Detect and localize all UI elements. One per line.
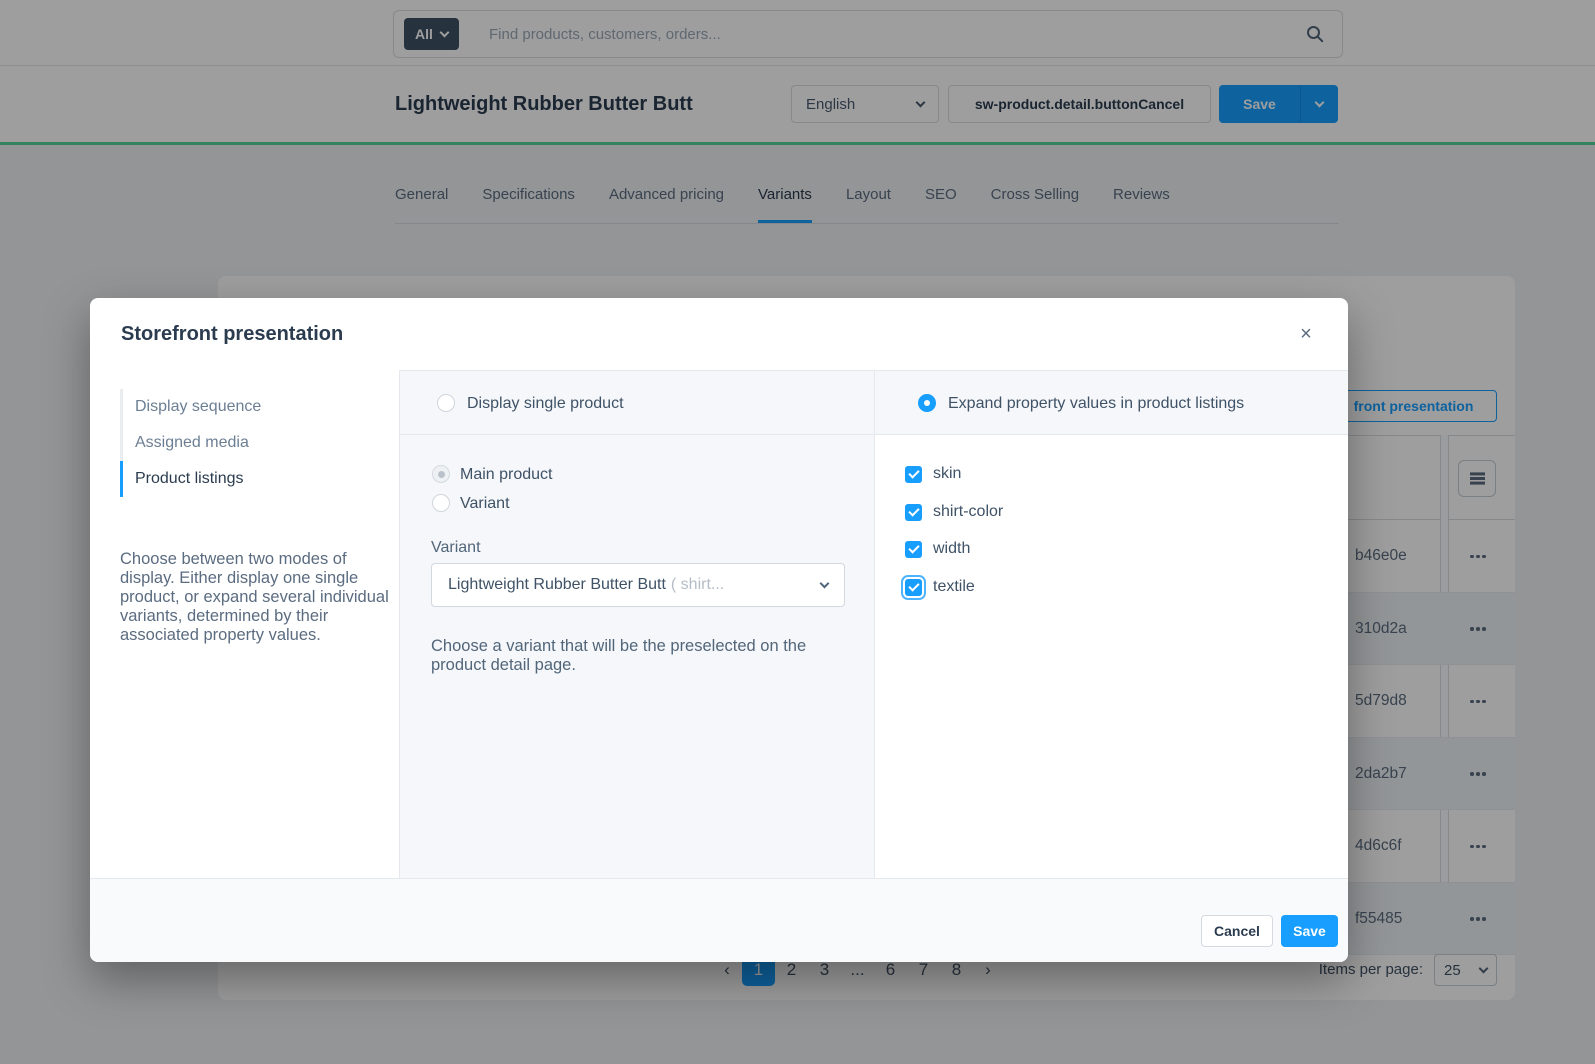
checkbox-checked-icon <box>905 579 922 596</box>
main-product-radio[interactable] <box>432 465 450 483</box>
variant-select-value: Lightweight Rubber Butter Butt <box>448 576 666 594</box>
sidebar-item-display-sequence[interactable]: Display sequence <box>120 389 360 425</box>
modal-save-label: Save <box>1293 923 1326 939</box>
property-label: width <box>933 540 970 558</box>
expand-properties-radio[interactable] <box>918 394 936 412</box>
checkbox-checked-icon <box>905 541 922 558</box>
single-product-mode-header: Display single product <box>400 371 874 435</box>
property-label: skin <box>933 465 961 483</box>
variant-radio[interactable] <box>432 494 450 512</box>
checkbox-checked-icon <box>905 504 922 521</box>
property-label: textile <box>933 578 975 596</box>
property-label: shirt-color <box>933 503 1003 521</box>
storefront-presentation-modal: Storefront presentation × Display sequen… <box>90 298 1348 962</box>
modal-cancel-button[interactable]: Cancel <box>1201 915 1273 947</box>
property-checkbox-shirt-color[interactable]: shirt-color <box>905 502 1003 522</box>
sidebar-item-product-listings[interactable]: Product listings <box>120 461 360 497</box>
variant-help-text: Choose a variant that will be the presel… <box>431 637 823 675</box>
single-product-mode-column: Display single product Main product Vari… <box>400 370 875 878</box>
close-icon: × <box>1300 323 1312 346</box>
variant-field-label: Variant <box>431 539 481 557</box>
expand-properties-mode-column: Expand property values in product listin… <box>875 370 1348 878</box>
modal-sidebar: Display sequence Assigned media Product … <box>90 370 400 878</box>
modal-body: Display sequence Assigned media Product … <box>90 370 1348 878</box>
expand-properties-label: Expand property values in product listin… <box>948 395 1244 413</box>
checkbox-checked-icon <box>905 466 922 483</box>
main-product-label: Main product <box>460 466 553 484</box>
display-single-product-label: Display single product <box>467 395 624 413</box>
expand-properties-header: Expand property values in product listin… <box>875 371 1348 435</box>
display-single-product-radio[interactable] <box>437 394 455 412</box>
modal-cancel-label: Cancel <box>1214 923 1260 939</box>
modal-save-button[interactable]: Save <box>1281 915 1338 947</box>
chevron-down-icon <box>820 579 830 589</box>
variant-select[interactable]: Lightweight Rubber Butter Butt ( shirt..… <box>431 563 845 607</box>
sidebar-item-label: Assigned media <box>135 434 249 452</box>
modal-footer: Cancel Save <box>90 878 1348 962</box>
sidebar-item-assigned-media[interactable]: Assigned media <box>120 425 360 461</box>
modal-title: Storefront presentation <box>121 298 343 370</box>
mode-description: Choose between two modes of display. Eit… <box>120 550 392 645</box>
sidebar-item-label: Product listings <box>135 470 244 488</box>
variant-radio-label: Variant <box>460 495 510 513</box>
property-checkbox-width[interactable]: width <box>905 539 970 559</box>
property-checkbox-textile[interactable]: textile <box>905 577 975 597</box>
sidebar-item-label: Display sequence <box>135 398 261 416</box>
modal-close-button[interactable]: × <box>1290 318 1322 350</box>
variant-select-value-hint: ( shirt... <box>671 576 724 594</box>
property-checkbox-skin[interactable]: skin <box>905 464 961 484</box>
